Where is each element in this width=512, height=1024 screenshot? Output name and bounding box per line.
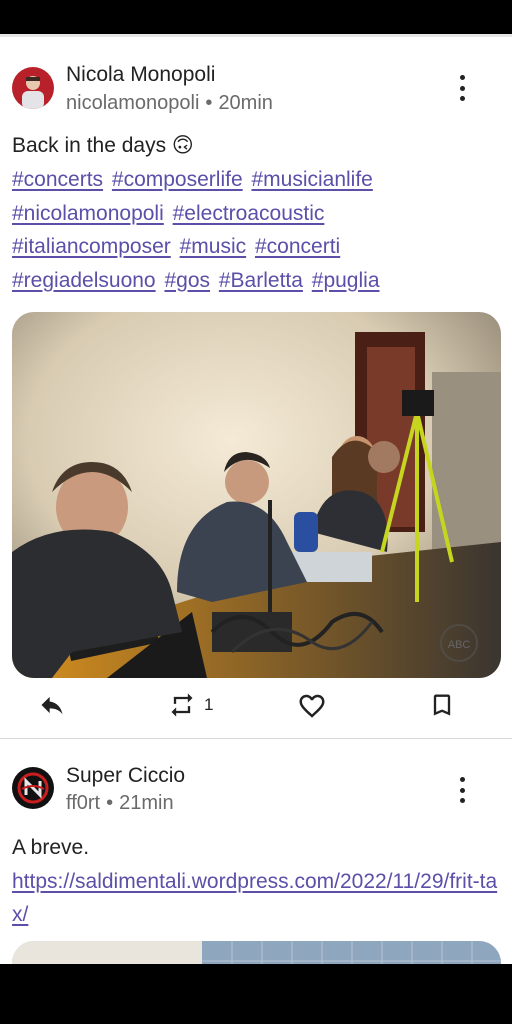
post-header: Super Ciccio ff0rt • 21min	[12, 739, 500, 814]
hashtag-row: #italiancomposer #music #concerti	[12, 230, 500, 264]
timeline-feed[interactable]: Nicola Monopoli nicolamonopoli • 20min Bac…	[0, 34, 512, 964]
status-post[interactable]: Nicola Monopoli nicolamonopoli • 20min Bac…	[0, 37, 512, 738]
favourite-button[interactable]	[297, 691, 327, 721]
status-bar	[0, 0, 512, 34]
hashtag-link[interactable]: #Barletta	[219, 269, 303, 292]
post-actions: 1	[12, 678, 500, 738]
post-link[interactable]: https://saldimentali.wordpress.com/2022/…	[12, 865, 500, 931]
separator-dot: •	[205, 92, 213, 114]
post-meta: nicolamonopoli • 20min	[66, 92, 273, 115]
post-meta: ff0rt • 21min	[66, 792, 174, 815]
boost-button[interactable]: 1	[168, 691, 213, 719]
hashtag-list: #concerts #composerlife #musicianlife #n…	[12, 163, 500, 297]
post-header: Nicola Monopoli nicolamonopoli • 20min	[12, 37, 500, 114]
bookmark-icon	[433, 694, 451, 716]
hashtag-row: #concerts #composerlife #musicianlife	[12, 163, 500, 197]
handle[interactable]: ff0rt	[66, 792, 100, 814]
hashtag-link[interactable]: #composerlife	[112, 168, 243, 191]
hashtag-link[interactable]: #music	[180, 235, 247, 258]
media-attachment-image[interactable]	[12, 941, 501, 964]
status-post[interactable]: Super Ciccio ff0rt • 21min A breve. https:…	[0, 739, 512, 931]
repeat-icon	[171, 693, 193, 717]
hashtag-link[interactable]: #gos	[164, 269, 210, 292]
hashtag-row: #regiadelsuono #gos #Barletta #puglia	[12, 264, 500, 298]
hashtag-link[interactable]: #puglia	[312, 269, 380, 292]
reply-icon	[41, 696, 63, 715]
bookmark-button[interactable]	[428, 691, 456, 719]
boost-count: 1	[204, 695, 214, 714]
post-content: Back in the days 🙃 #concerts #composerli…	[12, 95, 500, 297]
display-name[interactable]: Nicola Monopoli	[66, 63, 215, 87]
hashtag-link[interactable]: #concerts	[12, 168, 103, 191]
avatar[interactable]	[12, 67, 54, 109]
hashtag-link[interactable]: #musicianlife	[251, 168, 372, 191]
heart-icon	[299, 694, 325, 718]
hashtag-link[interactable]: #regiadelsuono	[12, 269, 156, 292]
post-text: A breve.	[12, 836, 90, 859]
hashtag-link[interactable]: #concerti	[255, 235, 340, 258]
post-content: A breve. https://saldimentali.wordpress.…	[12, 797, 500, 931]
avatar[interactable]	[12, 767, 54, 809]
hashtag-link[interactable]: #italiancomposer	[12, 235, 171, 258]
timestamp[interactable]: 21min	[119, 792, 173, 814]
hashtag-row: #nicolamonopoli #electroacoustic	[12, 197, 500, 231]
media-attachment-image[interactable]: ABC	[12, 312, 501, 678]
display-name[interactable]: Super Ciccio	[66, 764, 185, 788]
image-watermark: ABC	[448, 639, 471, 651]
more-vertical-icon[interactable]	[450, 777, 474, 803]
hashtag-link[interactable]: #nicolamonopoli	[12, 202, 164, 225]
handle[interactable]: nicolamonopoli	[66, 92, 199, 114]
hashtag-link[interactable]: #electroacoustic	[173, 202, 325, 225]
timestamp[interactable]: 20min	[218, 92, 272, 114]
system-navigation-bar	[0, 964, 512, 1024]
separator-dot: •	[106, 792, 114, 814]
post-text: Back in the days 🙃	[12, 134, 194, 157]
reply-button[interactable]	[38, 691, 66, 719]
more-vertical-icon[interactable]	[450, 75, 474, 101]
